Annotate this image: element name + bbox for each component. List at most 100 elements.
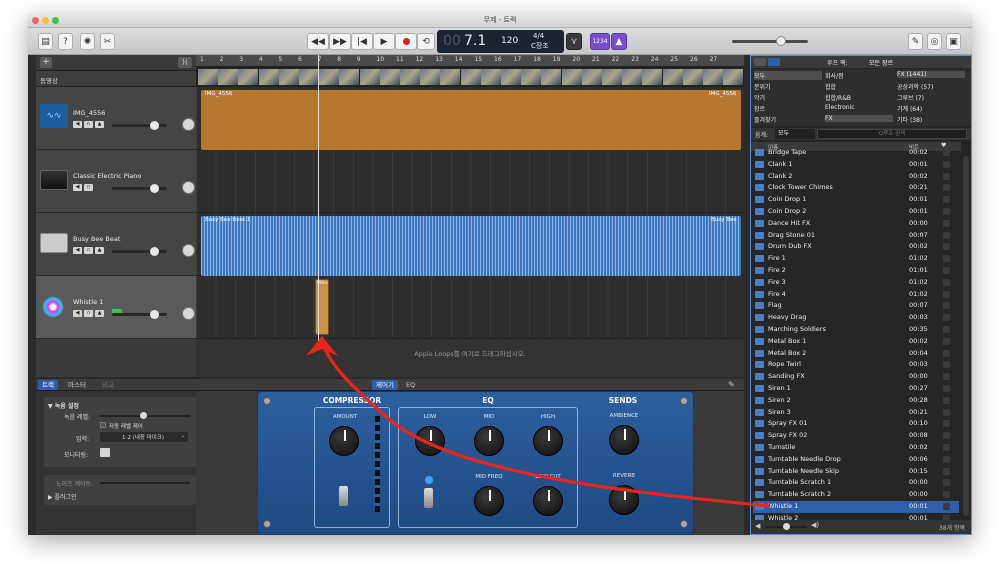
loop-list-item[interactable]: Sanding FX 00:00 (753, 371, 959, 383)
category-item-col1[interactable]: 즐겨찾기 (754, 115, 822, 124)
audio-region-img4556[interactable]: IMG_4556 IMG_4556 (201, 90, 741, 150)
empty-lane-area[interactable] (196, 339, 744, 377)
loop-list-item[interactable]: Clank 1 00:01 (753, 159, 959, 171)
rewind-button[interactable]: ◀◀ (307, 33, 329, 50)
plugins-toggle[interactable]: ▶ 플러그인 (48, 492, 77, 501)
favorite-checkbox[interactable] (943, 373, 950, 381)
mute-button[interactable]: ◀ (73, 310, 82, 317)
lane-whistle[interactable]: Whis (196, 276, 744, 339)
favorite-checkbox[interactable] (943, 160, 950, 168)
favorite-checkbox[interactable] (943, 326, 950, 333)
loop-list-item[interactable]: Heavy Drag 00:03 (753, 312, 959, 324)
lock-button[interactable]: ▲ (95, 247, 104, 254)
category-item-col1[interactable]: 모두 (754, 71, 822, 80)
loop-list-item[interactable]: Drum Dub FX 00:02 (753, 241, 959, 253)
lock-button[interactable]: ▲ (95, 310, 104, 317)
loop-list-item[interactable]: Coin Drop 1 00:01 (753, 194, 959, 206)
play-button[interactable]: ▶ (373, 33, 395, 50)
eq-mid-knob[interactable] (474, 426, 504, 456)
tuner-button[interactable]: ⋎ (566, 33, 582, 50)
category-item-col1[interactable]: 분위기 (754, 82, 822, 91)
favorite-checkbox[interactable] (943, 408, 950, 416)
lane-electric-piano[interactable] (196, 150, 744, 213)
category-item-col3[interactable]: FX (1441) (897, 71, 965, 78)
scale-select[interactable]: 모두 (775, 129, 815, 139)
track-header-img4556[interactable]: ∿∿ IMG_4556 ◀ ∩ ▲ (36, 87, 196, 150)
category-item-col2[interactable]: Electronic (825, 104, 893, 111)
forward-button[interactable]: ▶▶ (329, 33, 351, 50)
loop-pack-select[interactable]: 모든 장르 (869, 58, 893, 67)
volume-thumb[interactable] (150, 310, 159, 319)
reverb-knob[interactable] (609, 485, 639, 515)
list-scrollbar[interactable] (963, 156, 969, 516)
noise-gate-slider[interactable] (100, 482, 190, 484)
amount-knob[interactable] (329, 426, 359, 456)
input-select[interactable]: 1-2 (내장 마이크) ⌄ (100, 432, 188, 442)
lcd-display[interactable]: 00 7.1 120 4/4 C장조 (437, 30, 564, 53)
loop-list-item[interactable]: Fire 2 01:01 (753, 265, 959, 277)
category-item-col3[interactable]: 기계 (64) (897, 104, 965, 113)
lane-img4556[interactable]: IMG_4556 IMG_4556 (196, 87, 744, 150)
loop-list-item[interactable]: Turnstile 00:02 (753, 442, 959, 454)
favorite-checkbox[interactable] (943, 479, 950, 487)
loop-list-item[interactable]: Clock Tower Chimes 00:21 (753, 182, 959, 194)
category-item-col3[interactable]: 그루브 (7) (897, 93, 965, 102)
loop-list-item[interactable]: Metal Box 1 00:02 (753, 336, 959, 348)
pencil-icon[interactable]: ✎ (728, 380, 735, 389)
headphones-button[interactable]: ∩ (84, 310, 93, 317)
favorite-checkbox[interactable] (943, 385, 950, 392)
loop-list-item[interactable]: Whistle 2 00:01 (753, 513, 959, 520)
loop-list-item[interactable]: Turntable Scratch 2 00:00 (753, 489, 959, 501)
favorite-checkbox[interactable] (943, 278, 950, 286)
favorite-checkbox[interactable] (943, 267, 950, 274)
eq-toggle-switch[interactable] (424, 488, 433, 508)
headphones-button[interactable]: ∩ (84, 121, 93, 128)
loop-list-item[interactable]: Turntable Needle Drop 00:06 (753, 454, 959, 466)
favorite-checkbox[interactable] (943, 290, 950, 298)
favorite-checkbox[interactable] (943, 432, 950, 440)
mute-button[interactable]: ◀ (73, 121, 82, 128)
category-item-col2[interactable]: 힙합/R&B (825, 93, 893, 102)
pan-knob[interactable] (182, 181, 195, 194)
track-volume-slider[interactable] (112, 121, 167, 130)
add-track-button[interactable]: + (40, 57, 52, 68)
loop-list-item[interactable]: Siren 1 00:27 (753, 383, 959, 395)
loop-list-item[interactable]: Fire 3 01:02 (753, 277, 959, 289)
favorite-checkbox[interactable] (943, 172, 950, 180)
eq-low-cut-knob[interactable] (533, 486, 563, 516)
master-volume-slider[interactable] (732, 36, 808, 46)
eq-low-knob[interactable] (415, 426, 445, 456)
preview-volume-slider[interactable] (765, 523, 807, 530)
loop-list-item[interactable]: Siren 3 00:21 (753, 407, 959, 419)
loop-list-item[interactable]: Siren 2 00:28 (753, 395, 959, 407)
favorite-checkbox[interactable] (943, 396, 950, 404)
loop-list-item[interactable]: Dance Hit FX 00:00 (753, 218, 959, 230)
lane-busy-bee-beat[interactable]: Busy Bee Beat.1 Busy Bee (196, 213, 744, 276)
loop-list-item[interactable]: Drag Stone 01 00:07 (753, 230, 959, 242)
favorite-checkbox[interactable] (943, 503, 950, 510)
loop-search-input[interactable] (817, 129, 967, 139)
favorite-checkbox[interactable] (943, 149, 950, 156)
favorite-checkbox[interactable] (943, 491, 950, 499)
favorite-checkbox[interactable] (943, 420, 950, 428)
tab-eq[interactable]: EQ (402, 380, 419, 390)
media-browser-button[interactable]: ▣ (946, 33, 961, 50)
favorite-checkbox[interactable] (943, 337, 950, 345)
favorite-checkbox[interactable] (943, 302, 950, 310)
favorite-checkbox[interactable] (943, 455, 950, 463)
smart-controls-button[interactable]: ✺ (80, 33, 95, 50)
loop-list-item[interactable]: Clank 2 00:02 (753, 171, 959, 183)
category-item-col1[interactable]: 장르 (754, 104, 822, 113)
timeline-ruler[interactable]: 1 2 3 4 5 6 7 8 9 10 11 12 13 14 15 16 17 18 19 20 21 22 23 24 2… (196, 55, 744, 67)
eq-high-knob[interactable] (533, 426, 563, 456)
loop-list-item[interactable]: Metal Box 2 00:04 (753, 348, 959, 360)
favorite-checkbox[interactable] (943, 184, 950, 192)
cycle-button[interactable]: ⟲ (417, 33, 435, 50)
library-button[interactable]: ▤ (38, 33, 53, 50)
tab-track[interactable]: 트랙 (38, 380, 58, 390)
playhead[interactable] (318, 55, 319, 345)
tab-controls[interactable]: 제어기 (372, 380, 398, 390)
category-item-col1[interactable]: 악기 (754, 93, 822, 102)
favorite-checkbox[interactable] (943, 219, 950, 227)
master-volume-thumb[interactable] (776, 36, 786, 46)
